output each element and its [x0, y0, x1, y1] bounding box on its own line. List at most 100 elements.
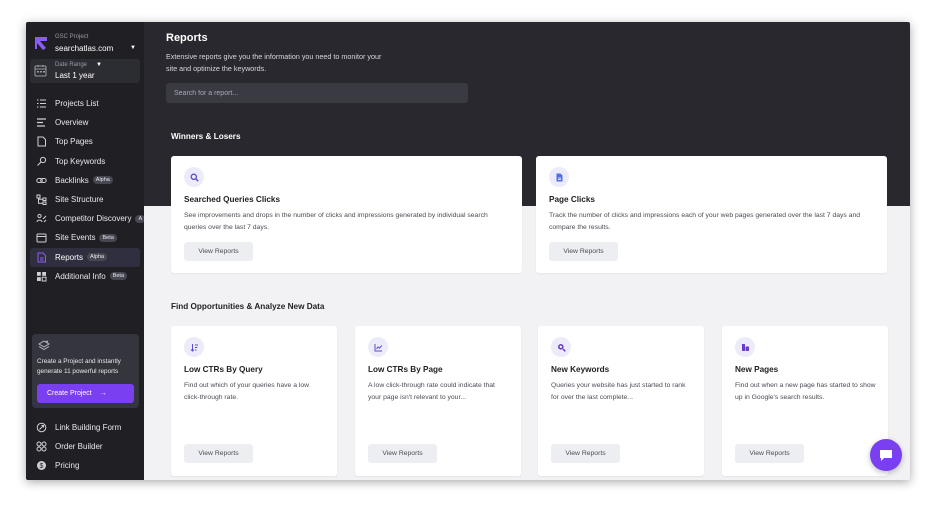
chat-bubble-icon — [880, 450, 892, 461]
view-reports-button[interactable]: View Reports — [368, 444, 437, 463]
search-icon — [184, 167, 204, 187]
project-selector[interactable]: GSC Project searchatlas.com ▼ — [30, 28, 140, 60]
sidebar-item-label: Reports — [55, 252, 84, 262]
sidebar-item-projects-list[interactable]: Projects List — [26, 94, 144, 113]
card-title: Low CTRs By Query — [184, 365, 263, 374]
card-description: Find out when a new page has started to … — [735, 382, 876, 401]
sidebar-item-label: Backlinks — [55, 175, 89, 185]
svg-text:$: $ — [40, 463, 44, 470]
caret-down-icon: ▼ — [96, 62, 102, 68]
card-description: See improvements and drops in the number… — [184, 212, 488, 231]
card-description: A low click-through rate could indicate … — [368, 382, 495, 401]
sort-down-icon — [184, 337, 204, 357]
sidebar-item-label: Projects List — [55, 99, 99, 109]
layers-icon — [38, 340, 50, 351]
overview-icon — [36, 117, 47, 128]
card-title: Searched Queries Clicks — [184, 195, 281, 204]
main-content: Reports Extensive reports give you the i… — [144, 22, 910, 480]
new-page-icon — [735, 337, 755, 357]
sidebar-item-pricing[interactable]: $ Pricing — [26, 456, 144, 475]
create-project-button[interactable]: Create Project → — [37, 384, 134, 403]
sidebar-nav: Projects List Overview Top Pages Top Key… — [26, 94, 146, 286]
dollar-icon: $ — [36, 460, 47, 471]
section-title-find-opportunities: Find Opportunities & Analyze New Data — [171, 302, 325, 311]
project-name: searchatlas.com — [55, 44, 114, 53]
sidebar-item-label: Additional Info — [55, 271, 106, 281]
page-title: Reports — [166, 32, 208, 44]
beta-badge: Beta — [109, 272, 128, 281]
view-reports-button[interactable]: View Reports — [184, 444, 253, 463]
sidebar-item-label: Order Builder — [55, 442, 103, 452]
sidebar-item-backlinks[interactable]: Backlinks Alpha — [26, 171, 144, 190]
sidebar-item-site-events[interactable]: Site Events Beta — [26, 228, 144, 247]
sidebar-item-site-structure[interactable]: Site Structure — [26, 190, 144, 209]
view-reports-button[interactable]: View Reports — [551, 444, 620, 463]
structure-icon — [36, 194, 47, 206]
report-card-new-pages: New Pages Find out when a new page has s… — [722, 326, 888, 476]
list-icon — [36, 98, 47, 109]
sidebar-item-link-building-form[interactable]: Link Building Form — [26, 418, 144, 437]
arrow-right-icon: → — [99, 390, 107, 397]
report-card-low-ctrs-by-query: Low CTRs By Query Find out which of your… — [171, 326, 337, 476]
card-title: New Keywords — [551, 365, 610, 374]
card-description: Track the number of clicks and impressio… — [549, 212, 861, 231]
report-card-new-keywords: New Keywords Queries your website has ju… — [538, 326, 704, 476]
competitor-icon — [36, 213, 47, 224]
line-chart-icon — [368, 337, 388, 357]
report-card-page-clicks: Page Clicks Track the number of clicks a… — [536, 156, 887, 273]
document-icon — [549, 167, 569, 187]
alpha-badge: Alpha — [92, 176, 113, 185]
search-input[interactable] — [166, 83, 468, 103]
form-icon — [36, 422, 47, 433]
sidebar-item-label: Top Keywords — [55, 156, 106, 166]
sidebar-item-competitor-discovery[interactable]: Competitor Discovery A — [26, 209, 146, 228]
chat-button[interactable] — [870, 439, 902, 471]
sidebar-item-label: Overview — [55, 118, 89, 128]
view-reports-button[interactable]: View Reports — [549, 242, 618, 261]
create-project-label: Create Project — [47, 390, 92, 397]
sidebar-item-additional-info[interactable]: Additional Info Beta — [26, 267, 144, 286]
view-reports-button[interactable]: View Reports — [184, 242, 253, 261]
card-description: Queries your website has just started to… — [551, 382, 686, 401]
sidebar-item-label: Link Building Form — [55, 423, 122, 433]
alpha-badge: Alpha — [87, 253, 108, 262]
card-title: New Pages — [735, 365, 779, 374]
searchatlas-logo-icon — [35, 37, 47, 50]
caret-down-icon: ▼ — [130, 45, 136, 51]
date-range-selector[interactable]: Date Range ▼ Last 1 year — [30, 59, 140, 83]
page-subtitle: Extensive reports give you the informati… — [166, 52, 382, 73]
calendar-icon — [34, 65, 47, 77]
sidebar-bottom-nav: Link Building Form Order Builder $ Prici… — [26, 418, 144, 476]
sidebar-item-label: Site Events — [55, 233, 96, 243]
sidebar-item-label: Top Pages — [55, 137, 93, 147]
card-description: Find out which of your queries have a lo… — [184, 382, 310, 401]
sidebar-item-label: Site Structure — [55, 195, 104, 205]
sidebar-item-top-keywords[interactable]: Top Keywords — [26, 152, 144, 171]
key-icon — [36, 156, 47, 167]
report-card-searched-queries-clicks: Searched Queries Clicks See improvements… — [171, 156, 522, 273]
sidebar-item-overview[interactable]: Overview — [26, 113, 144, 132]
report-card-low-ctrs-by-page: Low CTRs By Page A low click-through rat… — [355, 326, 521, 476]
date-range-value: Last 1 year — [55, 71, 95, 80]
sidebar-item-label: Pricing — [55, 461, 80, 471]
sidebar: GSC Project searchatlas.com ▼ Date Range… — [26, 22, 146, 480]
builder-icon — [36, 441, 47, 452]
sidebar-item-order-builder[interactable]: Order Builder — [26, 437, 144, 456]
create-project-promo: Create a Project and instantly generate … — [32, 334, 139, 408]
card-title: Page Clicks — [549, 195, 595, 204]
sidebar-item-top-pages[interactable]: Top Pages — [26, 132, 144, 151]
calendar-icon — [36, 232, 47, 243]
card-title: Low CTRs By Page — [368, 365, 443, 374]
sidebar-item-label: Competitor Discovery — [55, 214, 132, 224]
beta-badge: Beta — [99, 233, 117, 242]
promo-text: Create a Project and instantly generate … — [37, 358, 121, 375]
report-icon — [36, 252, 47, 263]
project-label: GSC Project — [55, 34, 89, 40]
sidebar-item-reports[interactable]: Reports Alpha — [30, 247, 140, 267]
view-reports-button[interactable]: View Reports — [735, 444, 804, 463]
section-title-winners-losers: Winners & Losers — [171, 132, 241, 141]
grid-icon — [36, 271, 47, 282]
app-window: GSC Project searchatlas.com ▼ Date Range… — [26, 22, 910, 480]
link-icon — [36, 175, 47, 186]
page-icon — [36, 136, 47, 147]
